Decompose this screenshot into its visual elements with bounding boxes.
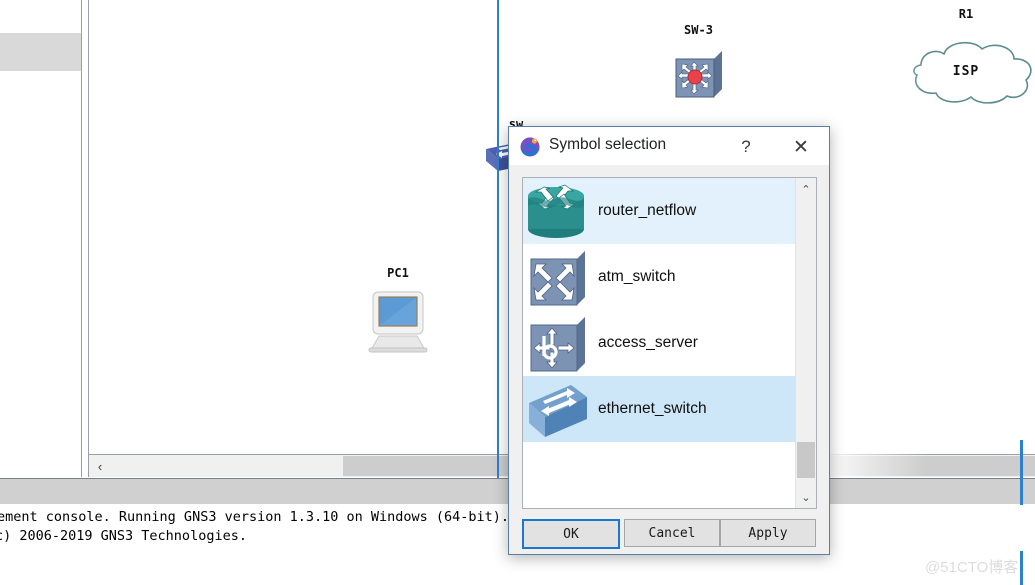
symbol-list-frame[interactable]: router_netflow atm_switch access_server …	[522, 177, 817, 509]
cancel-button[interactable]: Cancel	[624, 519, 720, 547]
ethernet-switch-icon	[523, 377, 593, 441]
ok-button[interactable]: OK	[522, 519, 620, 549]
dock-selected-category[interactable]	[0, 33, 81, 71]
left-device-dock[interactable]	[0, 0, 82, 477]
router-netflow-icon	[523, 179, 593, 243]
list-item[interactable]: access_server	[523, 310, 795, 376]
node-isp-cloud[interactable]: R1 ISP	[886, 7, 1035, 107]
dialog-titlebar[interactable]: Symbol selection ? ✕	[509, 127, 829, 166]
atm-switch-icon	[523, 245, 593, 309]
node-isp-inner-text: ISP	[952, 63, 980, 79]
dialog-body: router_netflow atm_switch access_server …	[509, 165, 829, 554]
list-item-label: ethernet_switch	[598, 400, 707, 417]
dialog-title: Symbol selection	[549, 136, 667, 153]
symbol-list-scrollbar[interactable]: ⌃ ⌄	[795, 178, 816, 508]
scroll-down-icon[interactable]: ⌄	[796, 486, 816, 508]
list-item[interactable]: atm_switch	[523, 244, 795, 310]
gns3-logo-icon	[520, 137, 540, 157]
list-item-label: router_netflow	[598, 202, 697, 219]
node-pc1[interactable]: PC1	[365, 266, 431, 355]
list-item[interactable]: ethernet_switch	[523, 376, 795, 442]
close-icon[interactable]: ✕	[784, 133, 818, 161]
watermark: @51CTO博客	[925, 559, 1019, 576]
scroll-up-icon[interactable]: ⌃	[796, 178, 816, 200]
window-focus-border-right-upper	[1020, 440, 1023, 480]
window-focus-border-left	[497, 0, 499, 478]
symbol-list[interactable]: router_netflow atm_switch access_server …	[523, 178, 795, 508]
node-pc1-label: PC1	[387, 266, 409, 280]
multilayer-switch-icon	[675, 51, 722, 98]
list-item-label: atm_switch	[598, 268, 676, 285]
computer-icon	[368, 291, 428, 353]
node-isp-label: R1	[958, 7, 974, 21]
node-sw3-label: SW-3	[684, 23, 713, 37]
symbol-selection-dialog[interactable]: Symbol selection ? ✕ router_netflow atm_…	[508, 126, 830, 555]
node-sw3[interactable]: SW-3	[672, 23, 725, 100]
list-item-label: access_server	[598, 334, 698, 351]
apply-button[interactable]: Apply	[720, 519, 816, 547]
list-item[interactable]: router_netflow	[523, 178, 795, 244]
scroll-left-icon[interactable]: ‹	[91, 455, 109, 477]
help-icon[interactable]: ?	[731, 133, 761, 161]
scrollbar-thumb[interactable]	[797, 442, 815, 478]
access-server-icon	[523, 311, 593, 375]
